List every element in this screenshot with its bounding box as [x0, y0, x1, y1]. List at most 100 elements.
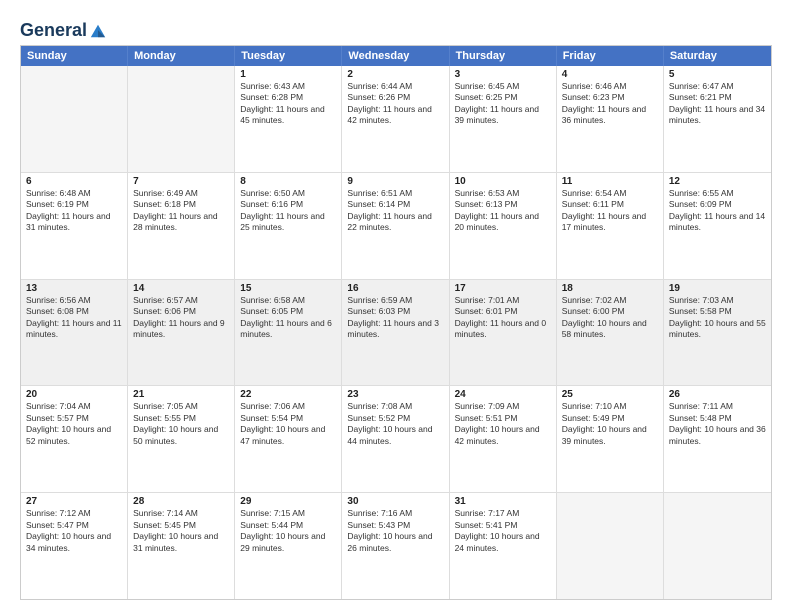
day-details: Sunrise: 6:48 AM Sunset: 6:19 PM Dayligh…: [26, 188, 110, 232]
day-details: Sunrise: 6:46 AM Sunset: 6:23 PM Dayligh…: [562, 81, 646, 125]
week-row-3: 13Sunrise: 6:56 AM Sunset: 6:08 PM Dayli…: [21, 280, 771, 387]
day-number: 12: [669, 176, 766, 187]
day-cell-2: 2Sunrise: 6:44 AM Sunset: 6:26 PM Daylig…: [342, 66, 449, 172]
day-number: 27: [26, 496, 122, 507]
day-number: 17: [455, 283, 551, 294]
day-details: Sunrise: 6:44 AM Sunset: 6:26 PM Dayligh…: [347, 81, 431, 125]
day-number: 31: [455, 496, 551, 507]
calendar-header: SundayMondayTuesdayWednesdayThursdayFrid…: [21, 46, 771, 66]
day-cell-14: 14Sunrise: 6:57 AM Sunset: 6:06 PM Dayli…: [128, 280, 235, 386]
day-number: 6: [26, 176, 122, 187]
day-cell-23: 23Sunrise: 7:08 AM Sunset: 5:52 PM Dayli…: [342, 386, 449, 492]
day-details: Sunrise: 6:49 AM Sunset: 6:18 PM Dayligh…: [133, 188, 217, 232]
day-number: 23: [347, 389, 443, 400]
day-number: 22: [240, 389, 336, 400]
day-details: Sunrise: 7:17 AM Sunset: 5:41 PM Dayligh…: [455, 508, 540, 552]
day-number: 8: [240, 176, 336, 187]
day-details: Sunrise: 7:02 AM Sunset: 6:00 PM Dayligh…: [562, 295, 647, 339]
day-cell-5: 5Sunrise: 6:47 AM Sunset: 6:21 PM Daylig…: [664, 66, 771, 172]
header-day-wednesday: Wednesday: [342, 46, 449, 66]
day-cell-17: 17Sunrise: 7:01 AM Sunset: 6:01 PM Dayli…: [450, 280, 557, 386]
day-cell-27: 27Sunrise: 7:12 AM Sunset: 5:47 PM Dayli…: [21, 493, 128, 599]
day-details: Sunrise: 7:04 AM Sunset: 5:57 PM Dayligh…: [26, 401, 111, 445]
day-details: Sunrise: 6:55 AM Sunset: 6:09 PM Dayligh…: [669, 188, 765, 232]
day-number: 24: [455, 389, 551, 400]
day-details: Sunrise: 6:54 AM Sunset: 6:11 PM Dayligh…: [562, 188, 646, 232]
day-cell-30: 30Sunrise: 7:16 AM Sunset: 5:43 PM Dayli…: [342, 493, 449, 599]
day-number: 21: [133, 389, 229, 400]
calendar: SundayMondayTuesdayWednesdayThursdayFrid…: [20, 45, 772, 600]
day-number: 16: [347, 283, 443, 294]
day-number: 4: [562, 69, 658, 80]
day-number: 5: [669, 69, 766, 80]
day-cell-20: 20Sunrise: 7:04 AM Sunset: 5:57 PM Dayli…: [21, 386, 128, 492]
day-cell-29: 29Sunrise: 7:15 AM Sunset: 5:44 PM Dayli…: [235, 493, 342, 599]
day-cell-9: 9Sunrise: 6:51 AM Sunset: 6:14 PM Daylig…: [342, 173, 449, 279]
day-number: 9: [347, 176, 443, 187]
page: General SundayMondayTuesdayWednesdayThur…: [0, 0, 792, 612]
day-details: Sunrise: 6:56 AM Sunset: 6:08 PM Dayligh…: [26, 295, 122, 339]
empty-cell-4-6: [664, 493, 771, 599]
day-details: Sunrise: 6:50 AM Sunset: 6:16 PM Dayligh…: [240, 188, 324, 232]
day-number: 10: [455, 176, 551, 187]
day-cell-26: 26Sunrise: 7:11 AM Sunset: 5:48 PM Dayli…: [664, 386, 771, 492]
day-cell-13: 13Sunrise: 6:56 AM Sunset: 6:08 PM Dayli…: [21, 280, 128, 386]
day-details: Sunrise: 7:06 AM Sunset: 5:54 PM Dayligh…: [240, 401, 325, 445]
day-number: 28: [133, 496, 229, 507]
week-row-2: 6Sunrise: 6:48 AM Sunset: 6:19 PM Daylig…: [21, 173, 771, 280]
day-number: 2: [347, 69, 443, 80]
day-number: 3: [455, 69, 551, 80]
day-details: Sunrise: 7:08 AM Sunset: 5:52 PM Dayligh…: [347, 401, 432, 445]
day-details: Sunrise: 6:43 AM Sunset: 6:28 PM Dayligh…: [240, 81, 324, 125]
day-number: 18: [562, 283, 658, 294]
day-cell-4: 4Sunrise: 6:46 AM Sunset: 6:23 PM Daylig…: [557, 66, 664, 172]
day-cell-12: 12Sunrise: 6:55 AM Sunset: 6:09 PM Dayli…: [664, 173, 771, 279]
day-number: 25: [562, 389, 658, 400]
day-details: Sunrise: 7:16 AM Sunset: 5:43 PM Dayligh…: [347, 508, 432, 552]
day-number: 29: [240, 496, 336, 507]
day-cell-3: 3Sunrise: 6:45 AM Sunset: 6:25 PM Daylig…: [450, 66, 557, 172]
day-cell-24: 24Sunrise: 7:09 AM Sunset: 5:51 PM Dayli…: [450, 386, 557, 492]
day-details: Sunrise: 7:05 AM Sunset: 5:55 PM Dayligh…: [133, 401, 218, 445]
day-number: 7: [133, 176, 229, 187]
logo-icon: [89, 22, 107, 40]
day-cell-22: 22Sunrise: 7:06 AM Sunset: 5:54 PM Dayli…: [235, 386, 342, 492]
day-details: Sunrise: 6:45 AM Sunset: 6:25 PM Dayligh…: [455, 81, 539, 125]
day-details: Sunrise: 6:53 AM Sunset: 6:13 PM Dayligh…: [455, 188, 539, 232]
day-details: Sunrise: 6:47 AM Sunset: 6:21 PM Dayligh…: [669, 81, 765, 125]
day-details: Sunrise: 7:14 AM Sunset: 5:45 PM Dayligh…: [133, 508, 218, 552]
day-number: 14: [133, 283, 229, 294]
day-details: Sunrise: 7:12 AM Sunset: 5:47 PM Dayligh…: [26, 508, 111, 552]
day-cell-21: 21Sunrise: 7:05 AM Sunset: 5:55 PM Dayli…: [128, 386, 235, 492]
calendar-body: 1Sunrise: 6:43 AM Sunset: 6:28 PM Daylig…: [21, 66, 771, 599]
week-row-5: 27Sunrise: 7:12 AM Sunset: 5:47 PM Dayli…: [21, 493, 771, 599]
empty-cell-0-1: [128, 66, 235, 172]
day-details: Sunrise: 7:10 AM Sunset: 5:49 PM Dayligh…: [562, 401, 647, 445]
day-details: Sunrise: 6:57 AM Sunset: 6:06 PM Dayligh…: [133, 295, 225, 339]
logo: General: [20, 20, 107, 37]
day-cell-6: 6Sunrise: 6:48 AM Sunset: 6:19 PM Daylig…: [21, 173, 128, 279]
day-details: Sunrise: 7:15 AM Sunset: 5:44 PM Dayligh…: [240, 508, 325, 552]
header-day-monday: Monday: [128, 46, 235, 66]
header-day-saturday: Saturday: [664, 46, 771, 66]
day-cell-1: 1Sunrise: 6:43 AM Sunset: 6:28 PM Daylig…: [235, 66, 342, 172]
day-cell-15: 15Sunrise: 6:58 AM Sunset: 6:05 PM Dayli…: [235, 280, 342, 386]
day-cell-10: 10Sunrise: 6:53 AM Sunset: 6:13 PM Dayli…: [450, 173, 557, 279]
day-number: 30: [347, 496, 443, 507]
week-row-1: 1Sunrise: 6:43 AM Sunset: 6:28 PM Daylig…: [21, 66, 771, 173]
day-number: 1: [240, 69, 336, 80]
day-cell-8: 8Sunrise: 6:50 AM Sunset: 6:16 PM Daylig…: [235, 173, 342, 279]
empty-cell-4-5: [557, 493, 664, 599]
day-number: 13: [26, 283, 122, 294]
header-day-thursday: Thursday: [450, 46, 557, 66]
day-number: 11: [562, 176, 658, 187]
day-details: Sunrise: 6:51 AM Sunset: 6:14 PM Dayligh…: [347, 188, 431, 232]
day-details: Sunrise: 7:01 AM Sunset: 6:01 PM Dayligh…: [455, 295, 547, 339]
day-cell-18: 18Sunrise: 7:02 AM Sunset: 6:00 PM Dayli…: [557, 280, 664, 386]
day-cell-25: 25Sunrise: 7:10 AM Sunset: 5:49 PM Dayli…: [557, 386, 664, 492]
header-day-tuesday: Tuesday: [235, 46, 342, 66]
day-cell-16: 16Sunrise: 6:59 AM Sunset: 6:03 PM Dayli…: [342, 280, 449, 386]
day-number: 20: [26, 389, 122, 400]
logo-general: General: [20, 20, 87, 41]
day-cell-11: 11Sunrise: 6:54 AM Sunset: 6:11 PM Dayli…: [557, 173, 664, 279]
